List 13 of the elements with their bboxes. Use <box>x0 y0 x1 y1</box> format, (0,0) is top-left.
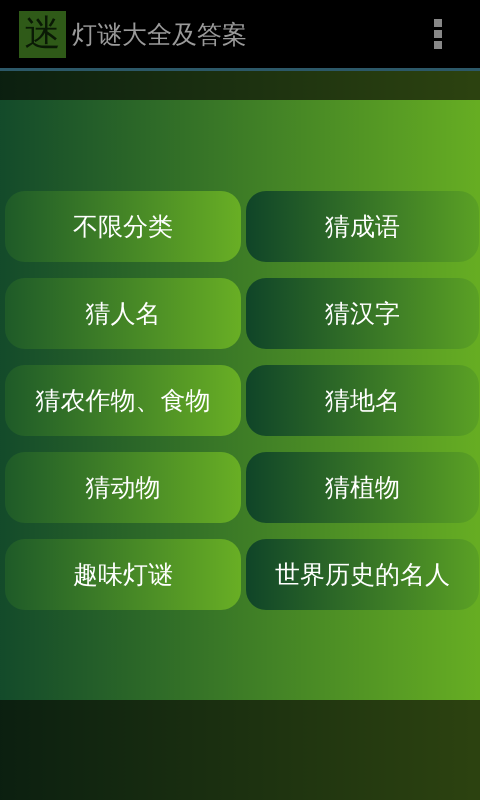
category-button[interactable]: 趣味灯谜 <box>5 538 241 610</box>
category-button[interactable]: 不限分类 <box>5 190 241 262</box>
app-logo: 迷 <box>19 10 66 58</box>
category-button[interactable]: 猜人名 <box>5 278 241 348</box>
category-button[interactable]: 猜成语 <box>246 190 479 262</box>
app-title: 灯谜大全及答案 <box>72 18 247 50</box>
category-button[interactable]: 猜动物 <box>5 452 241 522</box>
overflow-menu-icon[interactable] <box>434 19 444 49</box>
category-button[interactable]: 猜植物 <box>246 452 479 522</box>
category-button[interactable]: 猜农作物、食物 <box>5 364 241 436</box>
category-button[interactable]: 世界历史的名人 <box>246 538 479 610</box>
category-button[interactable]: 猜地名 <box>246 364 479 436</box>
category-button[interactable]: 猜汉字 <box>246 278 479 348</box>
